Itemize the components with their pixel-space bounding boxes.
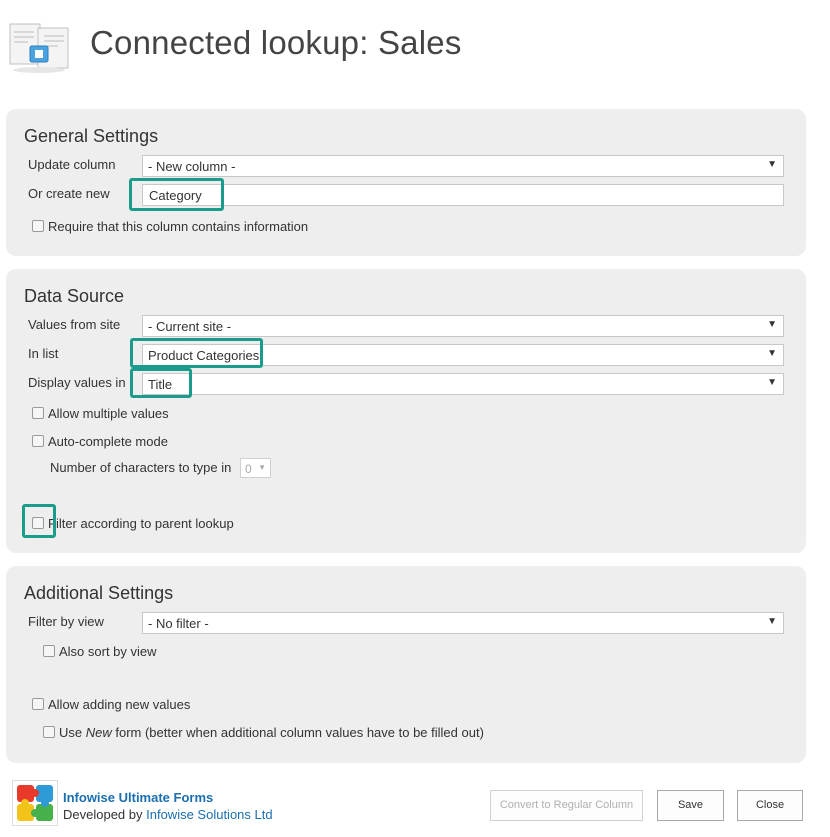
page-title: Connected lookup: Sales (90, 24, 462, 61)
filter-parent-highlight (22, 504, 56, 538)
allow-multiple-checkbox[interactable] (32, 407, 44, 419)
in-list-label: In list (28, 346, 59, 361)
auto-complete-label: Auto-complete mode (48, 434, 168, 449)
dropdown-arrow-icon: ▼ (767, 348, 777, 359)
or-create-new-label: Or create new (28, 186, 110, 201)
in-list-highlight (130, 338, 263, 368)
developed-by: Developed by Infowise Solutions Ltd (63, 807, 273, 822)
allow-adding-label: Allow adding new values (48, 697, 191, 712)
auto-complete-checkbox[interactable] (32, 435, 44, 447)
allow-multiple-label: Allow multiple values (48, 406, 169, 421)
puzzle-logo-icon (12, 780, 58, 826)
dropdown-arrow-icon: ▼ (767, 616, 777, 627)
company-link[interactable]: Infowise Solutions Ltd (146, 807, 272, 822)
allow-adding-checkbox[interactable] (32, 698, 44, 710)
filter-by-view-value: - No filter - (148, 616, 209, 631)
also-sort-label: Also sort by view (59, 644, 157, 659)
display-values-highlight (130, 368, 192, 398)
dropdown-arrow-icon: ▼ (258, 463, 266, 472)
general-settings-panel: General Settings Update column - New col… (6, 109, 806, 256)
display-values-label: Display values in (28, 375, 126, 390)
data-source-title: Data Source (24, 286, 125, 306)
additional-settings-panel: Additional Settings Filter by view - No … (6, 566, 806, 763)
dropdown-arrow-icon: ▼ (767, 377, 777, 388)
additional-settings-title: Additional Settings (24, 583, 174, 603)
display-values-select[interactable]: Title ▼ (142, 373, 784, 395)
close-button[interactable]: Close (737, 790, 803, 821)
category-highlight (129, 178, 224, 211)
values-from-site-select[interactable]: - Current site - ▼ (142, 315, 784, 337)
developed-by-prefix: Developed by (63, 807, 147, 822)
filter-parent-label: Filter according to parent lookup (48, 516, 234, 531)
convert-to-regular-column-button[interactable]: Convert to Regular Column (490, 790, 643, 821)
use-new-form-em: New (85, 725, 112, 740)
dropdown-arrow-icon: ▼ (767, 159, 777, 170)
data-source-panel: Data Source Values from site - Current s… (6, 269, 806, 553)
num-chars-value: 0 (245, 462, 252, 476)
document-lookup-icon (9, 23, 69, 73)
num-chars-select[interactable]: 0 ▼ (240, 458, 271, 478)
also-sort-checkbox[interactable] (43, 645, 55, 657)
use-new-form-checkbox[interactable] (43, 726, 55, 738)
brand-name: Infowise Ultimate Forms (63, 790, 214, 805)
or-create-new-input[interactable]: Category (142, 184, 784, 206)
save-button[interactable]: Save (657, 790, 724, 821)
page-header: Connected lookup: Sales (0, 0, 830, 90)
num-chars-label: Number of characters to type in (50, 460, 232, 475)
filter-by-view-label: Filter by view (28, 614, 104, 629)
filter-by-view-select[interactable]: - No filter - ▼ (142, 612, 784, 634)
use-new-form-label: Use New form (better when additional col… (59, 725, 484, 740)
require-label: Require that this column contains inform… (48, 219, 309, 234)
values-from-site-label: Values from site (28, 317, 121, 332)
use-new-form-suffix: form (better when additional column valu… (111, 725, 484, 740)
general-settings-title: General Settings (24, 126, 159, 146)
update-column-select[interactable]: - New column - ▼ (142, 155, 784, 177)
values-from-site-value: - Current site - (148, 319, 232, 334)
update-column-value: - New column - (148, 159, 236, 174)
update-column-label: Update column (28, 157, 116, 172)
dropdown-arrow-icon: ▼ (767, 319, 777, 330)
use-new-form-prefix: Use (59, 725, 86, 740)
require-checkbox[interactable] (32, 220, 44, 232)
